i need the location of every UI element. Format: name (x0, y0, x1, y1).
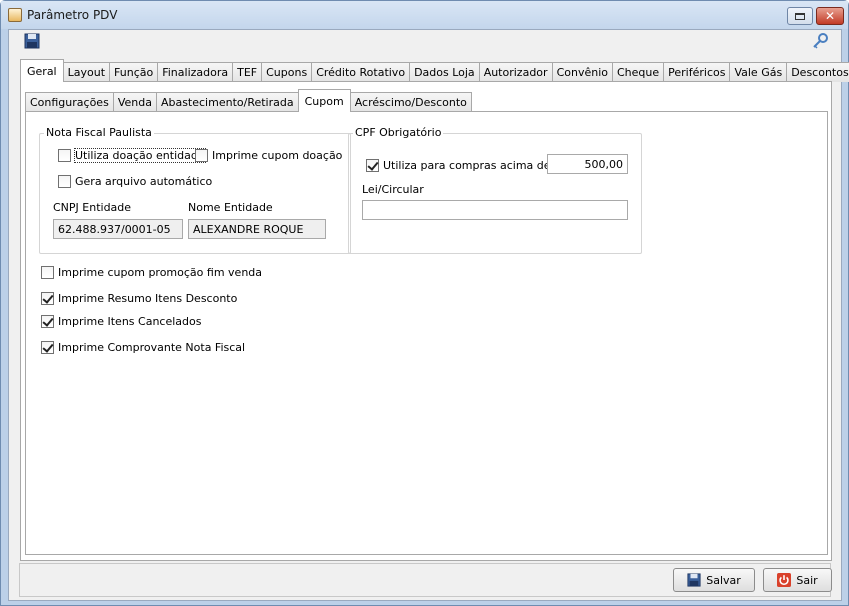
main-tab-strip: Geral Layout Função Finalizadora TEF Cup… (20, 59, 849, 82)
tab-venda[interactable]: Venda (112, 92, 157, 112)
save-button[interactable]: Salvar (673, 568, 755, 592)
tab-cupom[interactable]: Cupom (297, 89, 351, 112)
tab-label: Crédito Rotativo (316, 66, 406, 79)
tab-label: TEF (237, 66, 258, 79)
imprime-itens-cancelados-checkbox[interactable]: Imprime Itens Cancelados (41, 315, 201, 328)
floppy-disk-icon[interactable] (24, 33, 40, 49)
tab-label: Finalizadora (162, 66, 229, 79)
tab-label: Configurações (30, 96, 109, 109)
tab-cheque[interactable]: Cheque (611, 62, 665, 82)
client-area: Geral Layout Função Finalizadora TEF Cup… (8, 29, 849, 601)
checkbox-box[interactable] (41, 266, 54, 279)
close-icon: ✕ (824, 9, 836, 23)
tab-abastecimento-retirada[interactable]: Abastecimento/Retirada (155, 92, 299, 112)
tab-label: Vale Gás (734, 66, 783, 79)
exit-label: Sair (796, 573, 818, 587)
imprime-cupom-promocao-checkbox[interactable]: Imprime cupom promoção fim venda (41, 266, 262, 279)
tab-convenio[interactable]: Convênio (551, 62, 613, 82)
checkbox-box[interactable] (41, 341, 54, 354)
tab-vale-gas[interactable]: Vale Gás (729, 62, 788, 82)
cnpj-label: CNPJ Entidade (53, 201, 132, 214)
tab-label: Acréscimo/Desconto (354, 96, 467, 109)
nome-entidade-field[interactable]: ALEXANDRE ROQUE (188, 219, 326, 239)
save-label: Salvar (706, 573, 741, 587)
tab-funcao[interactable]: Função (109, 62, 159, 82)
checkbox-label: Imprime cupom doação (212, 149, 343, 162)
tab-label: Autorizador (483, 66, 548, 79)
gera-arquivo-checkbox[interactable]: Gera arquivo automático (58, 175, 212, 188)
nota-fiscal-group: Nota Fiscal Paulista Utiliza doação enti… (39, 126, 351, 254)
tab-label: Dados Loja (414, 66, 475, 79)
tab-tef[interactable]: TEF (232, 62, 263, 82)
tab-finalizadora[interactable]: Finalizadora (157, 62, 234, 82)
checkbox-label: Utiliza para compras acima de R$ (383, 159, 569, 172)
checkbox-label: Imprime Itens Cancelados (58, 315, 202, 328)
tab-label: Convênio (556, 66, 608, 79)
tab-label: Venda (117, 96, 152, 109)
button-bar: Salvar Sair (19, 563, 832, 597)
utiliza-doacao-checkbox[interactable]: Utiliza doação entidade (58, 148, 206, 163)
main-tab-panel: Configurações Venda Abastecimento/Retira… (20, 81, 832, 561)
utiliza-compras-checkbox[interactable]: Utiliza para compras acima de R$ (366, 159, 569, 172)
checkbox-box[interactable] (58, 175, 71, 188)
checkbox-label: Imprime Comprovante Nota Fiscal (58, 341, 246, 354)
tab-credito-rotativo[interactable]: Crédito Rotativo (311, 62, 411, 82)
maximize-icon (795, 12, 805, 20)
checkbox-label: Utiliza doação entidade (74, 148, 206, 163)
floppy-disk-icon (687, 573, 701, 587)
checkbox-box[interactable] (366, 159, 379, 172)
key-icon[interactable] (812, 33, 828, 49)
tab-autorizador[interactable]: Autorizador (478, 62, 553, 82)
tab-label: Cupom (304, 94, 344, 108)
lei-circular-field[interactable] (362, 200, 628, 220)
nome-entidade-label: Nome Entidade (188, 201, 273, 214)
checkbox-label: Gera arquivo automático (75, 175, 213, 188)
checkbox-box[interactable] (58, 149, 71, 162)
lei-circular-label: Lei/Circular (362, 183, 424, 196)
tab-perifericos[interactable]: Periféricos (663, 62, 731, 82)
cnpj-field[interactable]: 62.488.937/0001-05 (53, 219, 183, 239)
tab-descontos[interactable]: Descontos (786, 62, 849, 82)
checkbox-box[interactable] (195, 149, 208, 162)
tab-label: Cheque (616, 66, 660, 79)
cpf-obrigatorio-group: CPF Obrigatório Utiliza para compras aci… (348, 126, 642, 254)
app-window: Parâmetro PDV ✕ Geral Layout Função Fina… (0, 0, 849, 606)
exit-button[interactable]: Sair (763, 568, 832, 592)
cupom-panel: Nota Fiscal Paulista Utiliza doação enti… (25, 111, 828, 555)
tab-label: Abastecimento/Retirada (160, 96, 294, 109)
checkbox-box[interactable] (41, 292, 54, 305)
tab-label: Função (114, 66, 154, 79)
tab-label: Cupons (266, 66, 308, 79)
tab-label: Descontos (791, 66, 849, 79)
group-legend: CPF Obrigatório (353, 126, 444, 139)
imprime-resumo-itens-checkbox[interactable]: Imprime Resumo Itens Desconto (41, 292, 237, 305)
window-title: Parâmetro PDV (27, 8, 118, 22)
title-bar[interactable]: Parâmetro PDV ✕ (1, 1, 848, 29)
tab-cupons[interactable]: Cupons (261, 62, 313, 82)
tab-acrescimo-desconto[interactable]: Acréscimo/Desconto (349, 92, 472, 112)
tab-label: Geral (27, 64, 57, 78)
power-icon (777, 573, 792, 587)
maximize-button[interactable] (787, 7, 813, 25)
java-app-icon (8, 8, 22, 22)
close-button[interactable]: ✕ (816, 7, 844, 25)
group-legend: Nota Fiscal Paulista (44, 126, 154, 139)
tab-configuracoes[interactable]: Configurações (25, 92, 114, 112)
valor-minimo-field[interactable]: 500,00 (547, 154, 628, 174)
checkbox-label: Imprime Resumo Itens Desconto (58, 292, 238, 305)
imprime-comprovante-checkbox[interactable]: Imprime Comprovante Nota Fiscal (41, 341, 245, 354)
tab-dados-loja[interactable]: Dados Loja (409, 62, 480, 82)
tab-label: Layout (67, 66, 106, 79)
checkbox-label: Imprime cupom promoção fim venda (58, 266, 263, 279)
tab-layout[interactable]: Layout (62, 62, 111, 82)
tab-label: Periféricos (668, 66, 726, 79)
imprime-cupom-doacao-checkbox[interactable]: Imprime cupom doação (195, 149, 342, 162)
checkbox-box[interactable] (41, 315, 54, 328)
tab-geral[interactable]: Geral (20, 59, 64, 82)
sub-tab-strip: Configurações Venda Abastecimento/Retira… (25, 89, 472, 112)
